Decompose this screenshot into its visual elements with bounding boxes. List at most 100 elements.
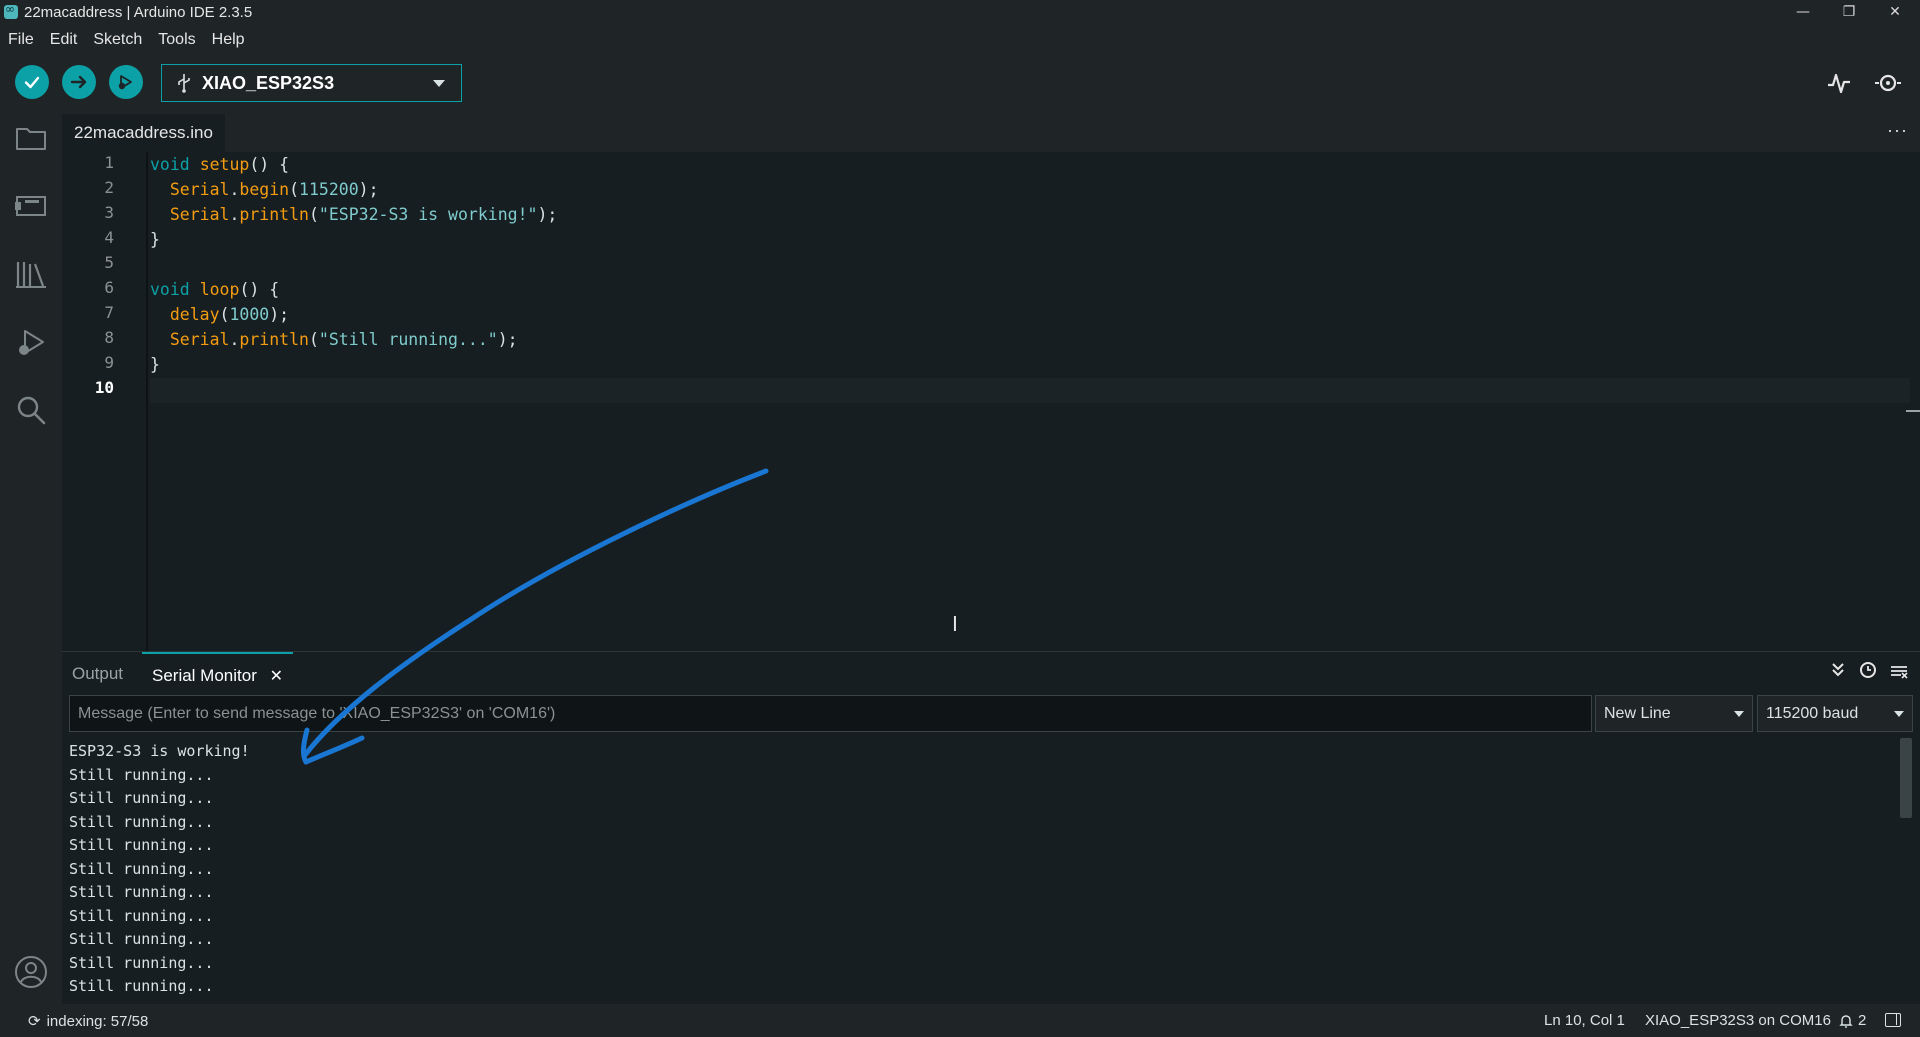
serial-line: Still running... [69, 812, 214, 831]
menu-bar: File Edit Sketch Tools Help [0, 24, 1920, 56]
line-ending-value: New Line [1604, 704, 1671, 722]
arduino-logo-icon [4, 2, 18, 19]
serial-line: Still running... [69, 859, 214, 878]
clock-icon [1860, 662, 1876, 678]
chevron-down-icon [1894, 711, 1904, 717]
library-manager-icon [16, 262, 46, 288]
indexing-text: indexing: 57/58 [46, 1012, 149, 1030]
serial-output-scrollbar[interactable] [1900, 738, 1912, 818]
notifications-button[interactable]: 2 [1838, 1012, 1866, 1029]
toggle-panel-icon[interactable] [1885, 1013, 1901, 1027]
board-port-status[interactable]: XIAO_ESP32S3 on COM16 [1645, 1012, 1831, 1029]
sketchbook-button[interactable] [13, 120, 49, 156]
serial-line: Still running... [69, 883, 214, 901]
status-bar: ⟳ indexing: 57/58 Ln 10, Col 1 XIAO_ESP3… [0, 1004, 1920, 1037]
close-window-button[interactable]: ✕ [1872, 0, 1918, 24]
current-line-highlight [150, 378, 1910, 403]
tab-serial-monitor[interactable]: Serial Monitor ✕ [142, 652, 294, 692]
maximize-button[interactable]: ❐ [1826, 0, 1872, 24]
text-cursor-icon: I [952, 612, 958, 636]
line-number: 4 [104, 228, 114, 247]
close-icon[interactable]: ✕ [270, 666, 283, 685]
upload-button[interactable] [62, 65, 96, 99]
debug-button[interactable] [109, 65, 143, 99]
title-bar: 22macaddress | Arduino IDE 2.3.5 — ❐ ✕ [0, 0, 1920, 24]
boards-manager-icon [15, 196, 46, 216]
tab-serial-monitor-label: Serial Monitor [152, 666, 257, 685]
debug-icon [19, 330, 44, 355]
serial-line: ESP32-S3 is working! [69, 742, 250, 760]
autoscroll-toggle[interactable] [1827, 660, 1849, 682]
account-button[interactable] [13, 954, 49, 990]
code-line: void setup() { [150, 155, 290, 174]
editor-scrollbar[interactable] [1906, 152, 1920, 651]
serial-line: Still running... [69, 977, 214, 995]
usb-icon [178, 74, 190, 93]
debug-sidebar-button[interactable] [13, 324, 49, 360]
code-line: } [150, 230, 160, 249]
double-chevron-down-icon [1832, 663, 1844, 677]
line-number: 3 [104, 203, 114, 222]
notification-count: 2 [1858, 1012, 1867, 1029]
code-area[interactable]: void setup() { Serial.begin(115200); Ser… [150, 152, 1910, 651]
line-number: 5 [104, 253, 114, 272]
line-number: 7 [104, 303, 114, 322]
menu-file[interactable]: File [8, 31, 34, 49]
serial-line: Still running... [69, 836, 214, 854]
menu-tools[interactable]: Tools [158, 31, 195, 49]
panel-tab-bar: Output Serial Monitor ✕ [62, 652, 1920, 692]
clear-output-icon [1891, 666, 1908, 679]
minimize-button[interactable]: — [1780, 0, 1826, 24]
code-editor: 22macaddress.ino ··· 1 2 3 4 5 6 7 8 9 1… [62, 114, 1920, 651]
chevron-down-icon [433, 80, 445, 87]
code-line: Serial.println("Still running..."); [169, 330, 518, 349]
chevron-down-icon [1734, 711, 1744, 717]
editor-tab-bar: 22macaddress.ino ··· [62, 114, 1920, 152]
serial-line: Still running... [69, 906, 214, 925]
line-ending-select[interactable]: New Line [1595, 695, 1753, 732]
sync-icon: ⟳ [28, 1012, 41, 1030]
line-number: 6 [104, 278, 114, 297]
menu-sketch[interactable]: Sketch [93, 31, 142, 49]
line-number: 9 [104, 353, 114, 372]
toolbar: XIAO_ESP32S3 [0, 56, 1920, 114]
verify-button[interactable] [15, 65, 49, 99]
account-icon [15, 956, 47, 988]
menu-help[interactable]: Help [212, 31, 245, 49]
more-actions-icon[interactable]: ··· [1887, 120, 1908, 141]
serial-plotter-button[interactable] [1824, 68, 1854, 98]
timestamp-toggle[interactable] [1857, 660, 1879, 682]
cursor-position[interactable]: Ln 10, Col 1 [1544, 1012, 1625, 1029]
line-number: 1 [104, 153, 114, 172]
debug-icon [118, 75, 132, 90]
code-line: void loop() { [150, 280, 280, 299]
serial-output: ESP32-S3 is working! Still running... St… [69, 740, 1869, 1005]
board-selector[interactable]: XIAO_ESP32S3 [161, 64, 462, 102]
window-title: 22macaddress | Arduino IDE 2.3.5 [24, 3, 253, 21]
search-button[interactable] [13, 392, 49, 428]
serial-message-input[interactable] [69, 695, 1592, 732]
code-line: Serial.begin(115200); [169, 180, 379, 199]
serial-monitor-button[interactable] [1873, 68, 1903, 98]
file-tab[interactable]: 22macaddress.ino [62, 114, 225, 152]
serial-line: Still running... [69, 765, 214, 784]
tab-output[interactable]: Output [72, 664, 123, 684]
line-number: 2 [104, 178, 114, 197]
serial-line: Still running... [69, 789, 214, 807]
line-number-current: 10 [94, 378, 114, 397]
baud-rate-select[interactable]: 115200 baud [1757, 695, 1913, 732]
sketchbook-icon [16, 128, 46, 150]
code-line: } [150, 355, 160, 374]
serial-plotter-icon [1828, 73, 1850, 94]
baud-rate-value: 115200 baud [1766, 704, 1859, 722]
menu-edit[interactable]: Edit [50, 31, 78, 49]
code-line: delay(1000); [169, 305, 290, 324]
code-line: Serial.println("ESP32-S3 is working!"); [169, 205, 558, 224]
activity-bar [0, 114, 62, 1004]
clear-output-button[interactable] [1888, 660, 1910, 682]
library-manager-button[interactable] [13, 256, 49, 292]
boards-manager-button[interactable] [13, 188, 49, 224]
arrow-right-icon [70, 75, 87, 89]
serial-monitor-icon [1875, 74, 1901, 92]
bottom-panel: Output Serial Monitor ✕ New Line 115200 … [62, 651, 1920, 1004]
